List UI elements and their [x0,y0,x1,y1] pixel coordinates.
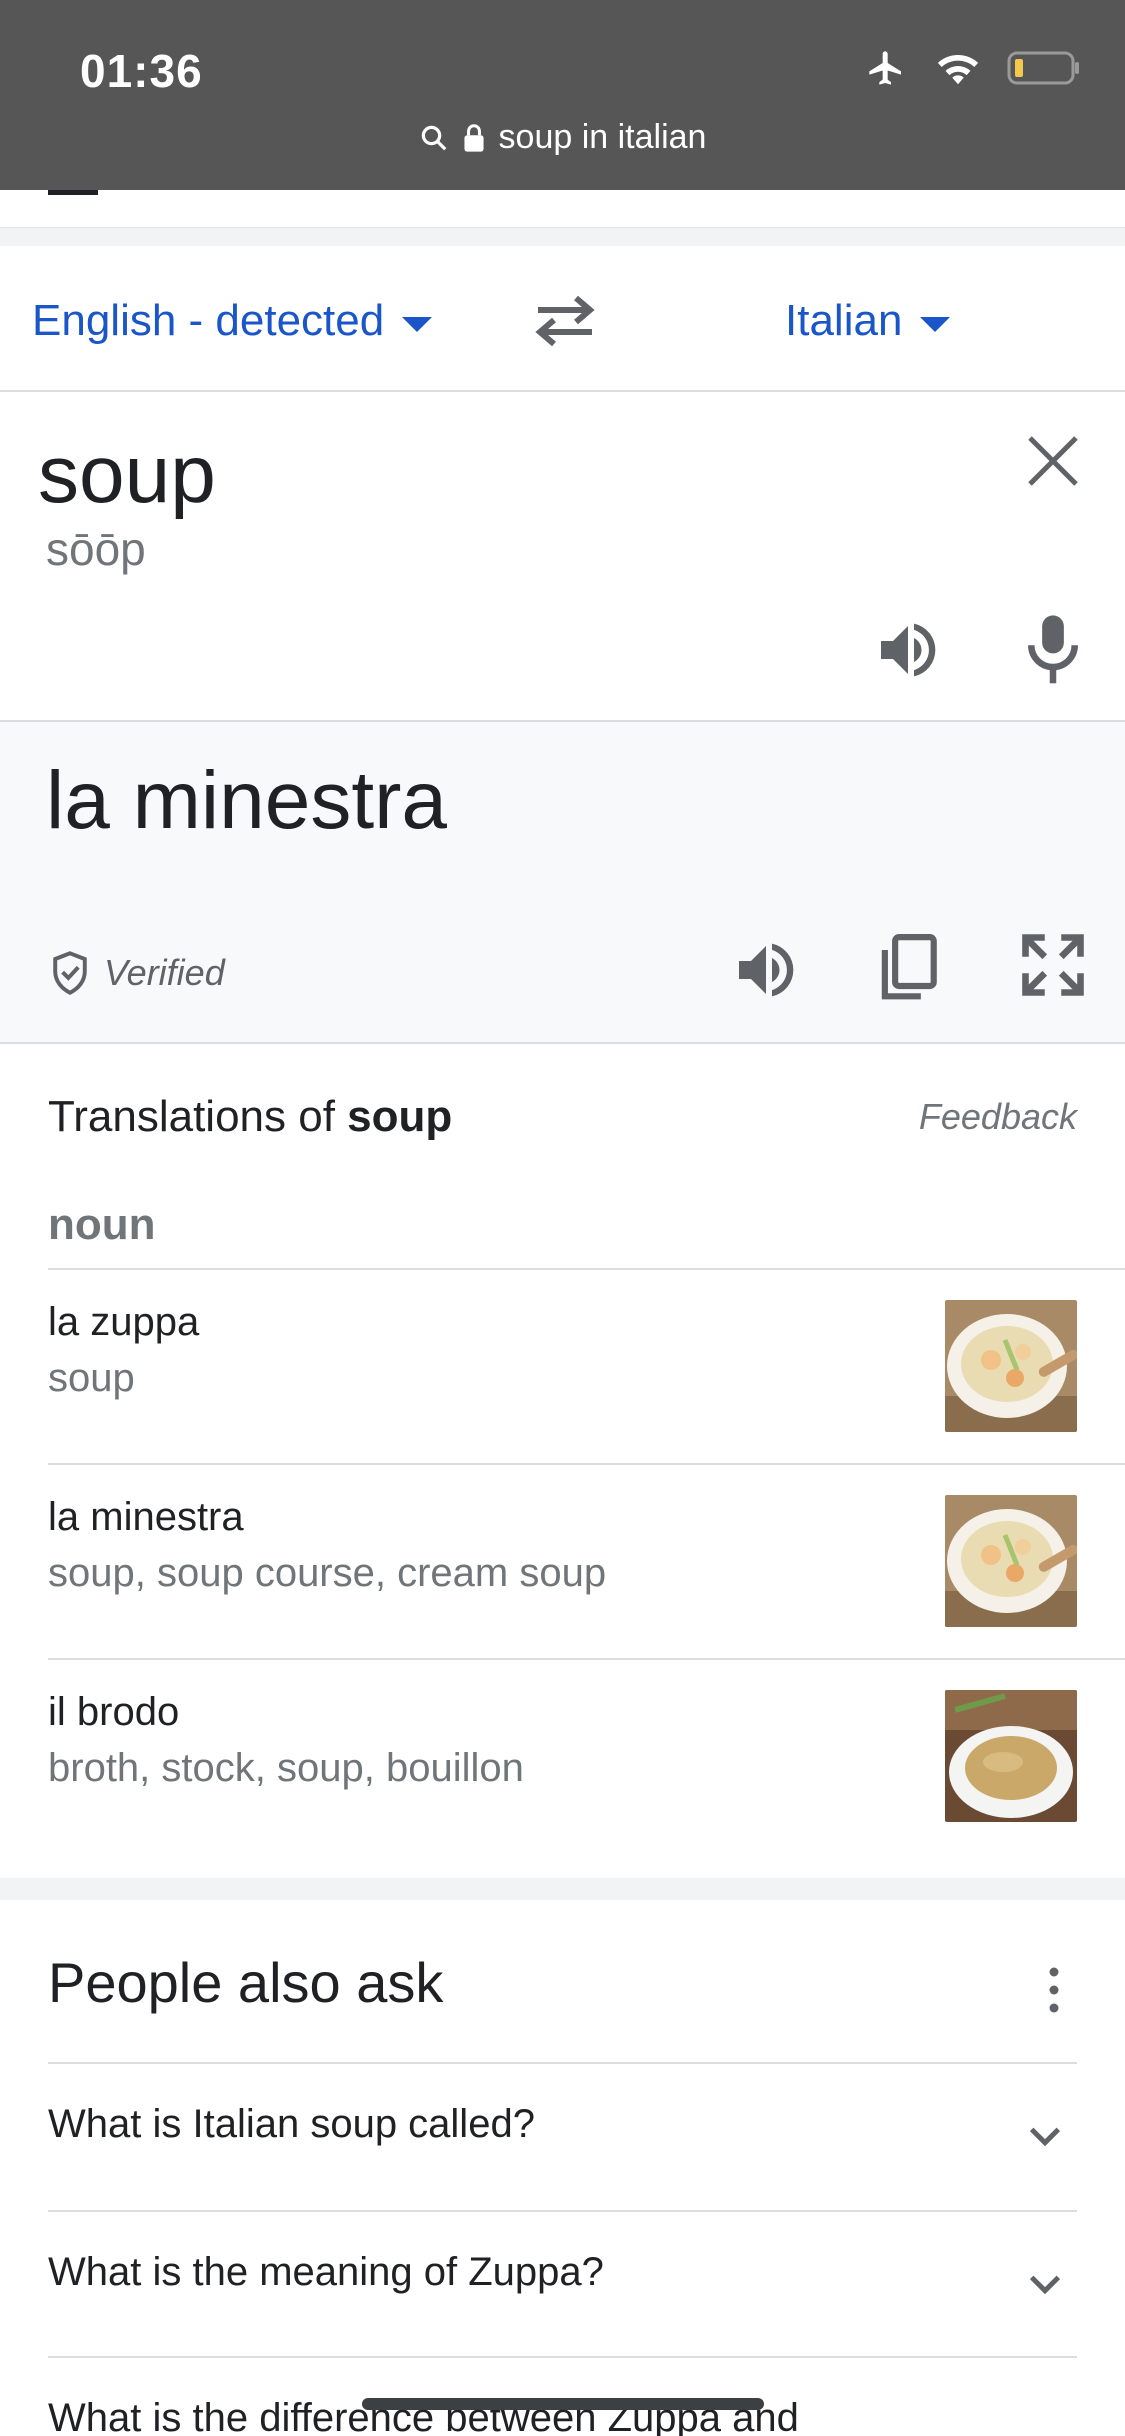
section-gap [0,228,1125,246]
target-language-label: Italian [785,296,903,345]
microphone-icon[interactable] [1020,610,1086,686]
dictionary-title-word: soup [347,1092,453,1141]
source-dropdown-icon [402,316,433,332]
entry-synonyms: broth, stock, soup, bouillon [48,1746,524,1790]
address-bar[interactable]: soup in italian [0,118,1125,157]
chevron-down-icon [1029,2127,1061,2147]
translation-speaker-icon[interactable] [730,934,802,1006]
feedback-link[interactable]: Feedback [919,1096,1077,1138]
wifi-icon [937,54,979,85]
target-language-select[interactable]: Italian [785,296,951,346]
translation-output-area: la minestra Verified [0,722,1125,1044]
verified-label: Verified [104,952,225,993]
swap-languages-icon[interactable] [530,290,600,350]
home-indicator[interactable] [362,2398,764,2410]
page-header-strip [0,190,1125,228]
entry-word: la zuppa [48,1300,200,1344]
people-also-ask-panel: People also ask What is Italian soup cal… [0,1900,1125,2436]
broth-bowl-image[interactable] [945,1690,1077,1822]
source-language-select[interactable]: English - detected [32,296,433,346]
section-divider [0,1878,1125,1900]
translation-entry[interactable]: il brodo broth, stock, soup, bouillon [48,1660,1125,1855]
entry-word: la minestra [48,1495,244,1539]
entry-word: il brodo [48,1690,180,1734]
soup-bowl-image[interactable] [945,1300,1077,1432]
search-icon [421,125,446,150]
question-text: What is Italian soup called? [48,2102,535,2146]
verified-badge[interactable]: Verified [50,950,225,996]
part-of-speech: noun [48,1200,156,1249]
lock-icon [463,123,484,152]
question-item[interactable]: What is the meaning of Zuppa? [48,2212,1077,2358]
status-time: 01:36 [80,45,203,97]
url-text: soup in italian [498,118,707,156]
entry-synonyms: soup, soup course, cream soup [48,1551,607,1595]
language-bar: English - detected Italian [0,246,1125,392]
fullscreen-icon[interactable] [1020,932,1086,998]
menu-icon[interactable] [48,190,98,195]
clear-icon[interactable] [1020,428,1086,494]
copy-icon[interactable] [876,932,940,1004]
status-bar: 01:36 soup in italian [0,0,1125,190]
airplane-mode-icon [869,51,901,85]
dictionary-title-prefix: Translations of [48,1092,348,1141]
source-speaker-icon[interactable] [872,614,944,686]
battery-icon [1007,51,1079,85]
question-item[interactable]: What is Italian soup called? [48,2064,1077,2210]
source-language-label: English - detected [32,296,385,345]
verified-shield-icon [53,951,87,995]
dictionary-panel: Translations of soup Feedback noun la zu… [0,1044,1125,1880]
chevron-down-icon [1029,2275,1061,2295]
entry-synonyms: soup [48,1356,135,1400]
translation-entry[interactable]: la minestra soup, soup course, cream sou… [48,1465,1125,1660]
more-options-icon[interactable] [1039,1960,1069,2020]
question-text: What is the meaning of Zuppa? [48,2250,604,2294]
source-phonetic: sōōp [46,523,146,575]
soup-bowl-image[interactable] [945,1495,1077,1627]
translation-text: la minestra [46,755,448,846]
source-text[interactable]: soup [38,428,216,522]
dictionary-title: Translations of soup [48,1092,452,1142]
translation-entry[interactable]: la zuppa soup [48,1270,1125,1465]
question-item[interactable]: What is the difference between Zuppa and [48,2358,1077,2436]
source-input-area[interactable]: soup sōōp [0,392,1125,722]
people-also-ask-title: People also ask [48,1951,444,2014]
system-icons [863,48,1081,88]
target-dropdown-icon [920,316,951,332]
